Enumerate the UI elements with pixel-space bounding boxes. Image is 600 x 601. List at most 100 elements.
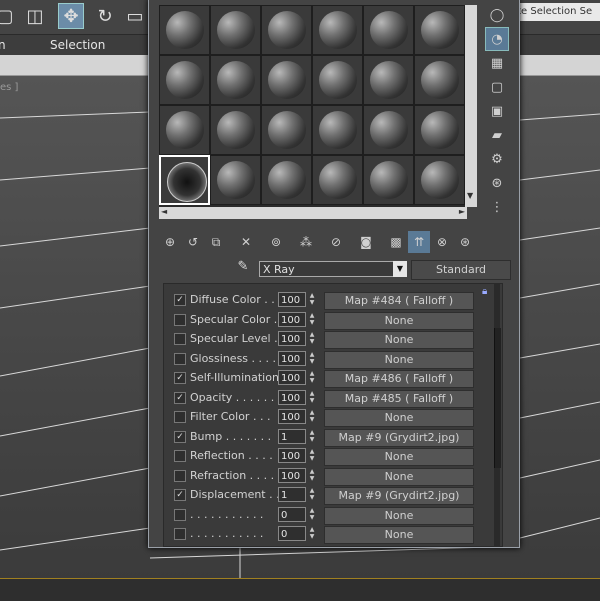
- make-copy-icon[interactable]: ⊚: [265, 231, 287, 253]
- map-slot-button[interactable]: None: [324, 467, 474, 486]
- map-amount-field[interactable]: 100: [278, 370, 306, 385]
- map-slot-button[interactable]: Map #484 ( Falloff ): [324, 292, 474, 310]
- sample-type-sphere-icon[interactable]: ◯: [485, 3, 509, 27]
- material-id-channel-icon[interactable]: ◙: [355, 231, 377, 253]
- make-preview-icon[interactable]: ▰: [485, 123, 509, 147]
- select-by-material-icon[interactable]: ⊛: [485, 171, 509, 195]
- scroll-down-icon[interactable]: ▼: [467, 191, 473, 200]
- material-sample-slot[interactable]: [312, 5, 363, 55]
- rotate-icon[interactable]: ↻: [92, 3, 118, 29]
- map-amount-field[interactable]: 100: [278, 311, 306, 327]
- material-sample-slot[interactable]: [159, 5, 210, 55]
- get-material-icon[interactable]: ⊕: [159, 231, 181, 253]
- amount-spinner-icon[interactable]: ▲ ▼: [307, 468, 317, 483]
- chevron-down-icon[interactable]: ▼: [393, 261, 407, 277]
- map-slot-button[interactable]: None: [324, 409, 474, 427]
- material-sample-slot[interactable]: [261, 5, 312, 55]
- amount-spinner-icon[interactable]: ▲ ▼: [307, 526, 317, 541]
- material-sample-slot[interactable]: [414, 5, 465, 55]
- map-enable-checkbox[interactable]: [174, 411, 186, 423]
- map-amount-field[interactable]: 0: [278, 506, 306, 522]
- show-map-in-viewport-icon[interactable]: ▩: [385, 231, 407, 253]
- amount-spinner-icon[interactable]: ▲ ▼: [307, 507, 317, 522]
- material-name-field[interactable]: X Ray: [259, 261, 405, 277]
- amount-spinner-icon[interactable]: ▲ ▼: [307, 312, 317, 327]
- named-selection-field[interactable]: ate Selection Se: [508, 3, 600, 21]
- reset-map-icon[interactable]: ✕: [235, 231, 257, 253]
- map-amount-field[interactable]: 1: [278, 487, 306, 502]
- background-checker-icon[interactable]: ▦: [485, 51, 509, 75]
- material-sample-slot[interactable]: [159, 105, 210, 155]
- go-to-parent-icon[interactable]: ⊗: [431, 231, 453, 253]
- put-to-scene-icon[interactable]: ↺: [182, 231, 204, 253]
- material-sample-slot[interactable]: [210, 105, 261, 155]
- amount-spinner-icon[interactable]: ▲ ▼: [307, 487, 317, 502]
- map-amount-field[interactable]: 1: [278, 428, 306, 444]
- map-slot-button[interactable]: None: [324, 526, 474, 544]
- amount-spinner-icon[interactable]: ▲ ▼: [307, 331, 317, 346]
- material-sample-slot[interactable]: [159, 155, 210, 205]
- material-sample-slot[interactable]: [312, 55, 363, 105]
- amount-spinner-icon[interactable]: ▲ ▼: [307, 409, 317, 424]
- map-slot-button[interactable]: None: [324, 311, 474, 330]
- scroll-right-icon[interactable]: ►: [459, 207, 465, 216]
- amount-spinner-icon[interactable]: ▲ ▼: [307, 292, 317, 307]
- map-amount-field[interactable]: 100: [278, 467, 306, 483]
- material-type-button[interactable]: Standard: [411, 260, 511, 280]
- map-slot-button[interactable]: Map #485 ( Falloff ): [324, 389, 474, 408]
- map-enable-checkbox[interactable]: ✓: [174, 489, 186, 501]
- amount-spinner-icon[interactable]: ▲ ▼: [307, 448, 317, 463]
- map-enable-checkbox[interactable]: [174, 450, 186, 462]
- sample-uv-tiling-icon[interactable]: ▢: [485, 75, 509, 99]
- show-end-result-icon[interactable]: ⇈: [408, 231, 430, 253]
- map-enable-checkbox[interactable]: [174, 508, 186, 521]
- map-amount-field[interactable]: 100: [278, 350, 306, 366]
- map-slot-button[interactable]: None: [324, 331, 474, 349]
- material-sample-slot[interactable]: [210, 5, 261, 55]
- slots-horizontal-scrollbar[interactable]: ◄ ►: [159, 207, 467, 219]
- material-map-navigator-icon[interactable]: ⋮: [485, 195, 509, 219]
- map-slot-button[interactable]: Map #9 (Grydirt2.jpg): [324, 487, 474, 505]
- assign-to-selection-icon[interactable]: ⧉: [205, 231, 227, 253]
- map-enable-checkbox[interactable]: [174, 469, 186, 482]
- slots-vertical-scrollbar[interactable]: ▼: [465, 5, 477, 207]
- go-forward-sibling-icon[interactable]: ⊛: [454, 231, 476, 253]
- map-slot-button[interactable]: None: [324, 350, 474, 369]
- material-sample-slot[interactable]: [363, 155, 414, 205]
- map-enable-checkbox[interactable]: [174, 352, 186, 365]
- amount-spinner-icon[interactable]: ▲ ▼: [307, 390, 317, 405]
- map-enable-checkbox[interactable]: ✓: [174, 391, 186, 404]
- amount-spinner-icon[interactable]: ▲ ▼: [307, 370, 317, 385]
- map-slot-button[interactable]: None: [324, 506, 474, 525]
- scroll-left-icon[interactable]: ◄: [161, 207, 167, 216]
- map-enable-checkbox[interactable]: ✓: [174, 430, 186, 443]
- material-sample-slot[interactable]: [261, 55, 312, 105]
- scale-icon[interactable]: ▭: [122, 3, 148, 29]
- material-sample-slot[interactable]: [363, 5, 414, 55]
- material-sample-slot[interactable]: [210, 155, 261, 205]
- video-color-check-icon[interactable]: ▣: [485, 99, 509, 123]
- map-amount-field[interactable]: 100: [278, 448, 306, 463]
- make-unique-icon[interactable]: ⁂: [295, 231, 317, 253]
- map-slot-button[interactable]: Map #486 ( Falloff ): [324, 370, 474, 388]
- map-amount-field[interactable]: 100: [278, 409, 306, 424]
- map-enable-checkbox[interactable]: ✓: [174, 294, 186, 306]
- material-sample-slot[interactable]: [159, 55, 210, 105]
- material-sample-slot[interactable]: [363, 105, 414, 155]
- map-amount-field[interactable]: 100: [278, 292, 306, 307]
- map-amount-field[interactable]: 100: [278, 331, 306, 346]
- pick-material-eyedropper-icon[interactable]: ✎: [233, 259, 253, 279]
- map-slot-button[interactable]: Map #9 (Grydirt2.jpg): [324, 428, 474, 447]
- map-amount-field[interactable]: 0: [278, 526, 306, 541]
- amount-spinner-icon[interactable]: ▲ ▼: [307, 351, 317, 366]
- map-enable-checkbox[interactable]: [174, 313, 186, 326]
- map-amount-field[interactable]: 100: [278, 389, 306, 405]
- menu-item-partial[interactable]: n: [0, 38, 6, 52]
- material-sample-slot[interactable]: [414, 55, 465, 105]
- options-icon[interactable]: ⚙: [485, 147, 509, 171]
- material-sample-slot[interactable]: [414, 105, 465, 155]
- select-region-icon[interactable]: ▢: [0, 3, 18, 29]
- material-sample-slot[interactable]: [414, 155, 465, 205]
- move-icon[interactable]: ✥: [58, 3, 84, 29]
- menu-item-selection[interactable]: Selection: [50, 38, 105, 52]
